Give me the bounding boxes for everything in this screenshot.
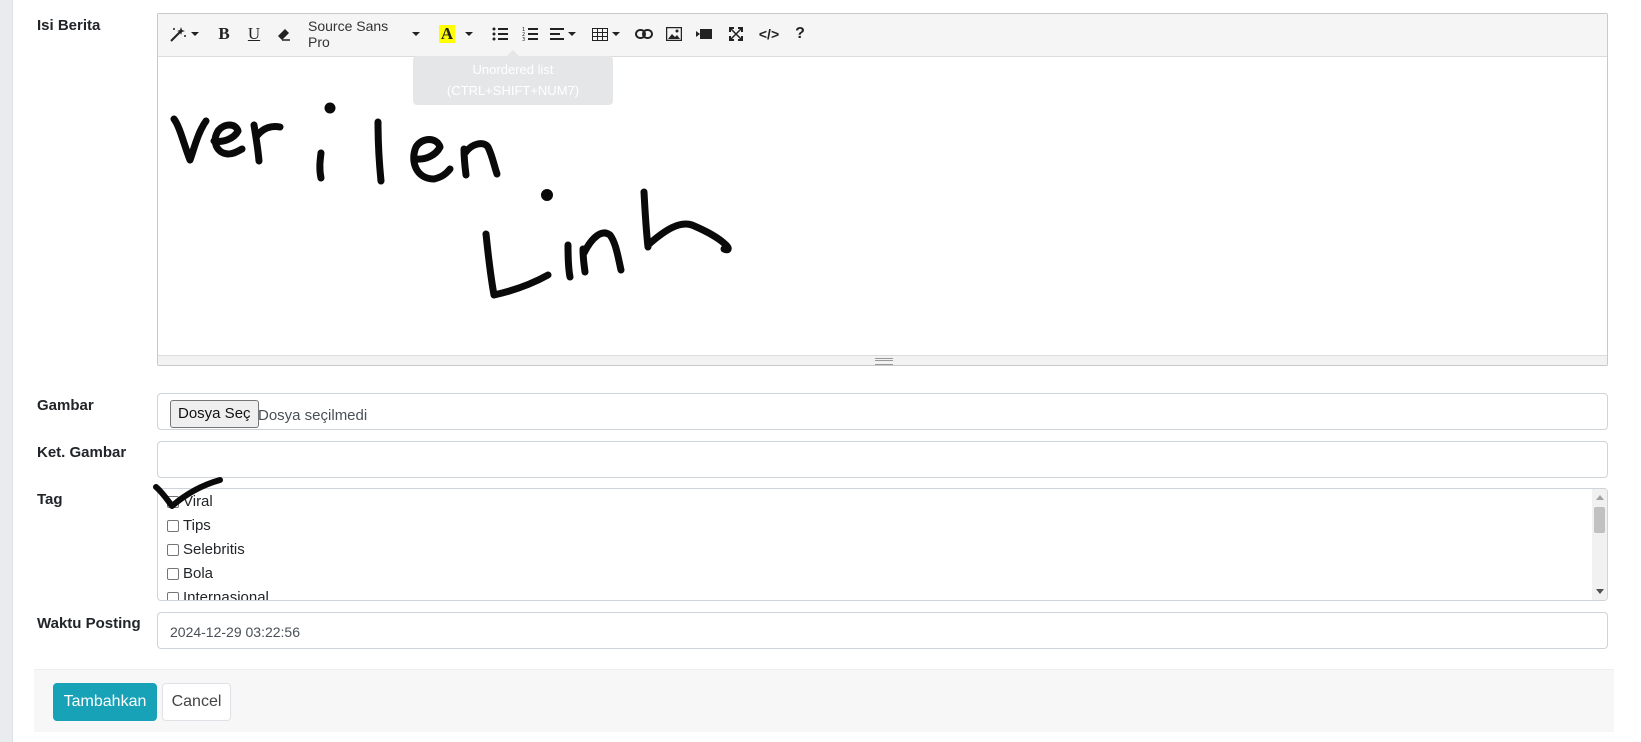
toolbar-tooltip: Unordered list (CTRL+SHIFT+NUM7) [413, 50, 613, 105]
image-label: Gambar [37, 397, 94, 414]
handwriting-i2-dot [541, 189, 553, 201]
scroll-up-arrow-icon[interactable] [1596, 495, 1604, 500]
handwriting-i-dot [324, 102, 336, 114]
scrollbar-thumb[interactable] [1594, 507, 1605, 533]
handwriting-i2-stem [564, 241, 574, 281]
posting-time-label: Waktu Posting [37, 615, 141, 632]
tag-option-selebritis[interactable]: Selebritis [167, 541, 245, 558]
clear-format-button[interactable] [272, 21, 296, 47]
tag-checkbox[interactable] [167, 567, 179, 580]
editor-toolbar: B U Source Sans Pro A 123 </> ? [158, 14, 1607, 57]
handwriting-n2 [579, 229, 625, 276]
editor-content-area[interactable] [158, 57, 1607, 356]
tag-label: Tag [37, 491, 63, 508]
chevron-down-icon [412, 32, 420, 36]
style-magic-button[interactable] [166, 21, 202, 47]
resize-grip-icon [875, 358, 893, 365]
bold-button[interactable]: B [212, 21, 236, 47]
scroll-down-arrow-icon[interactable] [1596, 589, 1604, 594]
highlight-color-icon: A [438, 24, 456, 43]
underline-button[interactable]: U [242, 21, 266, 47]
content-label: Isi Berita [37, 17, 101, 34]
table-dropdown[interactable] [590, 21, 622, 47]
unordered-list-button[interactable] [488, 21, 512, 47]
caption-input[interactable] [157, 441, 1608, 478]
handwriting-L [482, 230, 552, 299]
posting-time-input[interactable]: 2024-12-29 03:22:56 [157, 612, 1608, 649]
handwriting-l [374, 118, 385, 185]
handwriting-drawing [170, 102, 732, 299]
handwritten-checkmark [153, 477, 223, 509]
insert-video-button[interactable] [692, 21, 716, 47]
form-footer: Tambahkan Cancel [34, 669, 1614, 732]
tag-checkbox[interactable] [167, 543, 179, 556]
tag-option-label: Bola [183, 565, 214, 582]
handwriting-k-stem [640, 188, 652, 251]
svg-text:3: 3 [522, 37, 525, 41]
page-left-border [0, 0, 13, 742]
tag-checkbox-list[interactable]: Viral Tips Selebritis Bola Internasional [157, 488, 1608, 601]
insert-picture-button[interactable] [662, 21, 686, 47]
cancel-button[interactable]: Cancel [162, 683, 231, 721]
tag-option-bola[interactable]: Bola [167, 565, 213, 582]
tooltip-shortcut: (CTRL+SHIFT+NUM7) [446, 83, 580, 98]
tag-option-tips[interactable]: Tips [167, 517, 211, 534]
submit-button[interactable]: Tambahkan [53, 683, 157, 721]
tag-option-label: Internasional [183, 589, 269, 601]
handwriting-k-arm [644, 220, 732, 254]
highlight-color-button[interactable]: A [434, 21, 460, 47]
eraser-icon [277, 27, 291, 41]
picture-icon [666, 27, 682, 41]
handwriting-e2 [410, 136, 454, 183]
choose-file-button[interactable]: Dosya Seç [170, 400, 259, 428]
chevron-down-icon [612, 32, 620, 36]
chevron-down-icon [465, 32, 473, 36]
tag-checkbox[interactable] [167, 519, 179, 532]
handwriting-v [170, 115, 210, 164]
image-file-input[interactable]: Dosya Seç Dosya seçilmedi [157, 393, 1608, 430]
help-button[interactable]: ? [788, 21, 812, 47]
chevron-down-icon [568, 32, 576, 36]
tag-option-internasional[interactable]: Internasional [167, 589, 269, 601]
fullscreen-icon [729, 27, 743, 41]
posting-time-value: 2024-12-29 03:22:56 [170, 624, 300, 640]
rich-text-editor[interactable]: B U Source Sans Pro A 123 </> ? Unordere… [157, 13, 1608, 366]
tooltip-title: Unordered list [472, 62, 554, 77]
handwriting-i-stem [316, 149, 325, 182]
unordered-list-icon [492, 27, 508, 41]
align-left-icon [550, 28, 564, 40]
tag-checkbox[interactable] [167, 591, 179, 600]
editor-resize-bar[interactable] [158, 355, 1607, 365]
caption-label: Ket. Gambar [37, 444, 127, 461]
insert-link-button[interactable] [632, 21, 656, 47]
chevron-down-icon [191, 32, 199, 36]
magic-wand-icon [169, 26, 187, 42]
code-view-button[interactable]: </> [754, 21, 784, 47]
tag-option-label: Selebritis [183, 541, 245, 558]
video-icon [696, 28, 712, 40]
fullscreen-button[interactable] [724, 21, 748, 47]
tag-option-label: Tips [183, 517, 211, 534]
table-icon [592, 27, 608, 41]
paragraph-align-dropdown[interactable] [548, 21, 578, 47]
color-dropdown-button[interactable] [462, 21, 476, 47]
file-status-text: Dosya seçilmedi [258, 407, 368, 424]
ordered-list-icon: 123 [522, 27, 538, 41]
handwriting-r [250, 121, 284, 165]
font-family-dropdown[interactable]: Source Sans Pro [308, 18, 420, 50]
help-icon: ? [795, 25, 805, 42]
font-family-value: Source Sans Pro [308, 18, 389, 50]
tag-list-scrollbar[interactable] [1592, 489, 1607, 600]
ordered-list-button[interactable]: 123 [518, 21, 542, 47]
handwriting-e [210, 121, 246, 158]
link-icon [635, 29, 653, 39]
handwriting-n [460, 140, 501, 179]
code-icon: </> [758, 26, 780, 42]
